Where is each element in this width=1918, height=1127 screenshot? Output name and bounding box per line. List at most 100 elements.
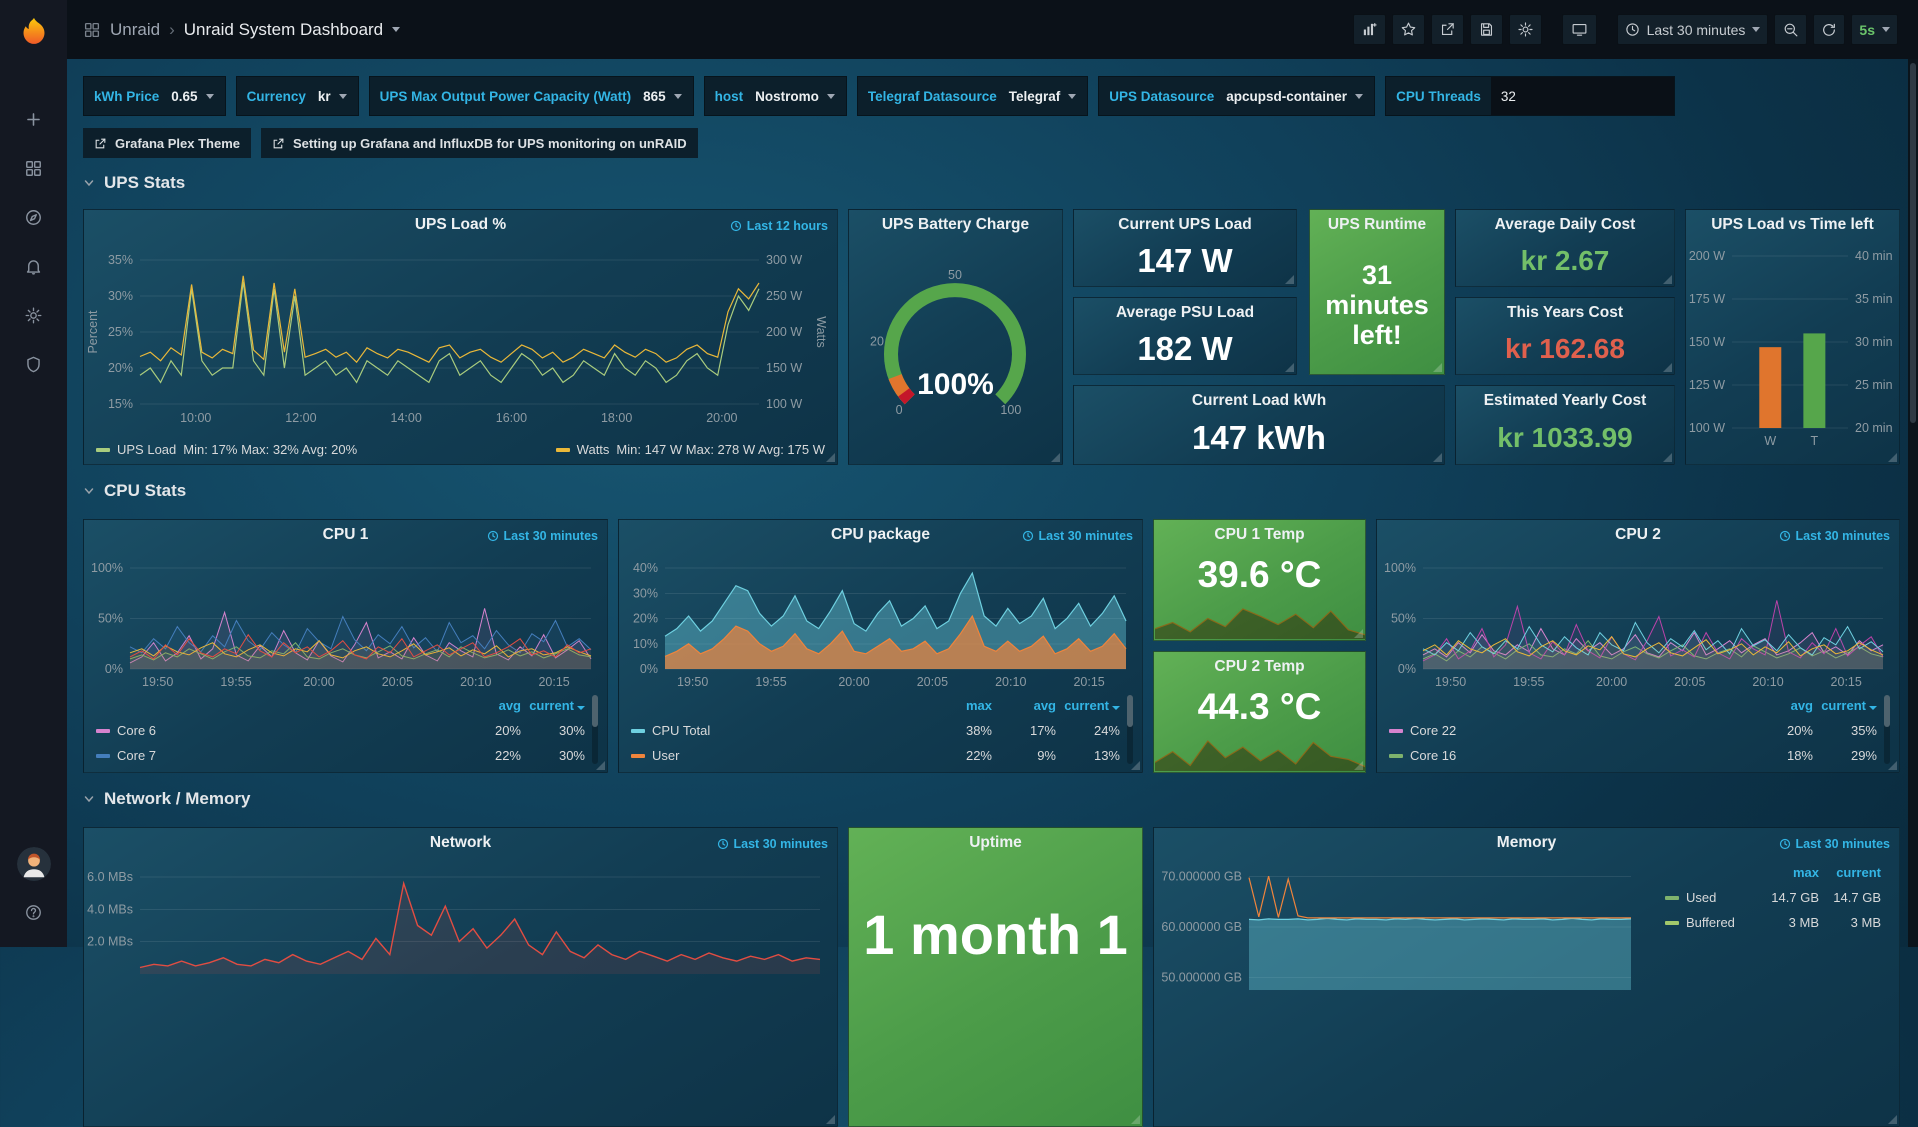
axis-tick-label: 20% xyxy=(633,612,658,626)
cpu-package-legend: max avg current CPU Total 38% 17% 24% Us… xyxy=(631,693,1120,768)
panel-title[interactable]: Uptime xyxy=(849,828,1142,858)
variable-value-dropdown[interactable]: 0.65 xyxy=(169,89,224,104)
axis-tick-label: 20% xyxy=(108,361,133,375)
stat-value: 31 minutes left! xyxy=(1310,236,1444,374)
explore-icon[interactable] xyxy=(13,196,55,238)
sort-caret-icon xyxy=(1112,706,1120,710)
legend-header-current[interactable]: current xyxy=(1056,698,1120,713)
server-admin-shield-icon[interactable] xyxy=(13,343,55,385)
panel-current-ups-load: Current UPS Load 147 W xyxy=(1073,209,1297,287)
dashboards-icon[interactable] xyxy=(13,147,55,189)
variable-value-dropdown[interactable]: kr xyxy=(316,89,358,104)
stat-value: kr 1033.99 xyxy=(1456,412,1674,464)
ups-vs-time-bar-chart[interactable]: 200 W175 W150 W125 W100 W40 min35 min30 … xyxy=(1686,210,1899,460)
help-icon[interactable] xyxy=(13,891,55,933)
panel-title[interactable]: UPS Battery Charge xyxy=(849,210,1062,240)
variable-kwh-price: kWh Price 0.65 xyxy=(83,76,226,116)
cpu1-chart[interactable]: 100%50%0%19:5019:5520:0020:0520:1020:15 xyxy=(84,520,607,700)
legend-series-ups-load[interactable]: UPS Load Min: 17% Max: 32% Avg: 20% xyxy=(96,442,357,457)
variable-cpu-threads: CPU Threads xyxy=(1385,76,1675,116)
alerting-bell-icon[interactable] xyxy=(13,245,55,287)
legend-series[interactable]: Core 7 xyxy=(96,748,457,763)
create-icon[interactable] xyxy=(13,98,55,140)
breadcrumb-folder[interactable]: Unraid xyxy=(110,20,160,40)
legend-marker xyxy=(1389,729,1403,733)
user-avatar[interactable] xyxy=(17,847,51,881)
panel-title[interactable]: CPU 2 Temp xyxy=(1154,652,1365,682)
configuration-gear-icon[interactable] xyxy=(13,294,55,336)
panel-title[interactable]: CPU 1 Temp xyxy=(1154,520,1365,550)
star-button[interactable] xyxy=(1392,14,1425,45)
legend-header-avg[interactable]: avg xyxy=(992,698,1056,713)
legend-header-current[interactable]: current xyxy=(1819,865,1881,880)
memory-chart[interactable]: 70.000000 GB60.000000 GB50.000000 GB xyxy=(1154,828,1654,1038)
variable-value-dropdown[interactable]: Telegraf xyxy=(1007,89,1088,104)
axis-tick-label: 20:10 xyxy=(995,675,1026,689)
axis-tick-label: 35 min xyxy=(1855,292,1893,306)
breadcrumb-title[interactable]: Unraid System Dashboard xyxy=(184,20,383,40)
refresh-interval-select[interactable]: 5s xyxy=(1851,14,1898,45)
dashboard-link-ups-guide[interactable]: Setting up Grafana and InfluxDB for UPS … xyxy=(261,128,698,158)
legend-series[interactable]: Buffered xyxy=(1665,915,1757,930)
add-panel-icon xyxy=(1361,21,1378,38)
breadcrumb-caret-icon[interactable] xyxy=(392,27,400,32)
battery-gauge-chart[interactable]: 02050100 xyxy=(849,240,1062,464)
refresh-interval-label: 5s xyxy=(1859,22,1875,38)
section-header-network-memory[interactable]: Network / Memory xyxy=(83,789,250,809)
stat-value: 182 W xyxy=(1074,324,1296,374)
legend-header-avg[interactable]: avg xyxy=(1749,698,1813,713)
legend-series[interactable]: User xyxy=(631,748,928,763)
legend-value: 20% xyxy=(1749,723,1813,738)
stat-value: 147 kWh xyxy=(1074,412,1444,464)
clock-icon xyxy=(1779,838,1791,850)
panel-current-load-kwh: Current Load kWh 147 kWh xyxy=(1073,385,1445,465)
variable-cpu-threads-input[interactable] xyxy=(1491,77,1674,115)
section-header-ups-stats[interactable]: UPS Stats xyxy=(83,173,185,193)
cpu2-chart[interactable]: 100%50%0%19:5019:5520:0020:0520:1020:15 xyxy=(1377,520,1899,700)
share-button[interactable] xyxy=(1431,14,1464,45)
ups-load-chart[interactable]: 35%30%25%20%15%300 W250 W200 W150 W100 W… xyxy=(84,210,837,464)
legend-header-max[interactable]: max xyxy=(928,698,992,713)
time-range-picker[interactable]: Last 30 minutes xyxy=(1617,14,1769,45)
section-header-cpu-stats[interactable]: CPU Stats xyxy=(83,481,186,501)
legend-series[interactable]: Core 16 xyxy=(1389,748,1749,763)
axis-tick-label: 20:10 xyxy=(1752,675,1783,689)
legend-series[interactable]: Core 22 xyxy=(1389,723,1749,738)
dashboard-settings-button[interactable] xyxy=(1509,14,1542,45)
legend-series[interactable]: Core 6 xyxy=(96,723,457,738)
save-button[interactable] xyxy=(1470,14,1503,45)
grafana-logo[interactable] xyxy=(12,10,56,54)
caret-down-icon xyxy=(674,94,682,99)
legend-value: 38% xyxy=(928,723,992,738)
legend-header: max current xyxy=(1665,860,1881,885)
network-chart[interactable]: 6.0 MBs4.0 MBs2.0 MBs xyxy=(84,828,837,1028)
legend-series-watts[interactable]: Watts Min: 147 W Max: 278 W Avg: 175 W xyxy=(556,442,825,457)
page-scrollbar[interactable] xyxy=(1908,59,1918,947)
variable-value-dropdown[interactable]: Nostromo xyxy=(753,89,846,104)
dashboard-link-plex-theme[interactable]: Grafana Plex Theme xyxy=(83,128,251,158)
legend-series[interactable]: Used xyxy=(1665,890,1757,905)
variable-value-dropdown[interactable]: apcupsd-container xyxy=(1224,89,1374,104)
refresh-button[interactable] xyxy=(1813,14,1845,45)
variable-label: CPU Threads xyxy=(1386,89,1491,104)
panel-time-range[interactable]: Last 30 minutes xyxy=(1779,837,1890,851)
legend-header-avg[interactable]: avg xyxy=(457,698,521,713)
legend-scrollbar[interactable] xyxy=(592,695,598,764)
legend-scrollbar[interactable] xyxy=(1884,695,1890,764)
legend-value: 18% xyxy=(1749,748,1813,763)
legend-header-current[interactable]: current xyxy=(521,698,585,713)
axis-tick-label: 12:00 xyxy=(285,411,316,425)
zoom-out-button[interactable] xyxy=(1774,14,1807,45)
variable-value-dropdown[interactable]: 865 xyxy=(641,89,693,104)
legend-header-current[interactable]: current xyxy=(1813,698,1877,713)
scrollbar-thumb[interactable] xyxy=(1910,63,1916,423)
axis-tick-label: 50.000000 GB xyxy=(1161,970,1242,984)
legend-scrollbar[interactable] xyxy=(1127,695,1133,764)
cycle-view-button[interactable] xyxy=(1562,14,1597,45)
legend-series-name: Watts xyxy=(577,442,610,457)
dashboard-links: Grafana Plex Theme Setting up Grafana an… xyxy=(83,128,698,158)
cpu-package-chart[interactable]: 40%30%20%10%0%19:5019:5520:0020:0520:102… xyxy=(619,520,1142,700)
legend-series[interactable]: CPU Total xyxy=(631,723,928,738)
add-panel-button[interactable] xyxy=(1353,14,1386,45)
legend-header-max[interactable]: max xyxy=(1757,865,1819,880)
